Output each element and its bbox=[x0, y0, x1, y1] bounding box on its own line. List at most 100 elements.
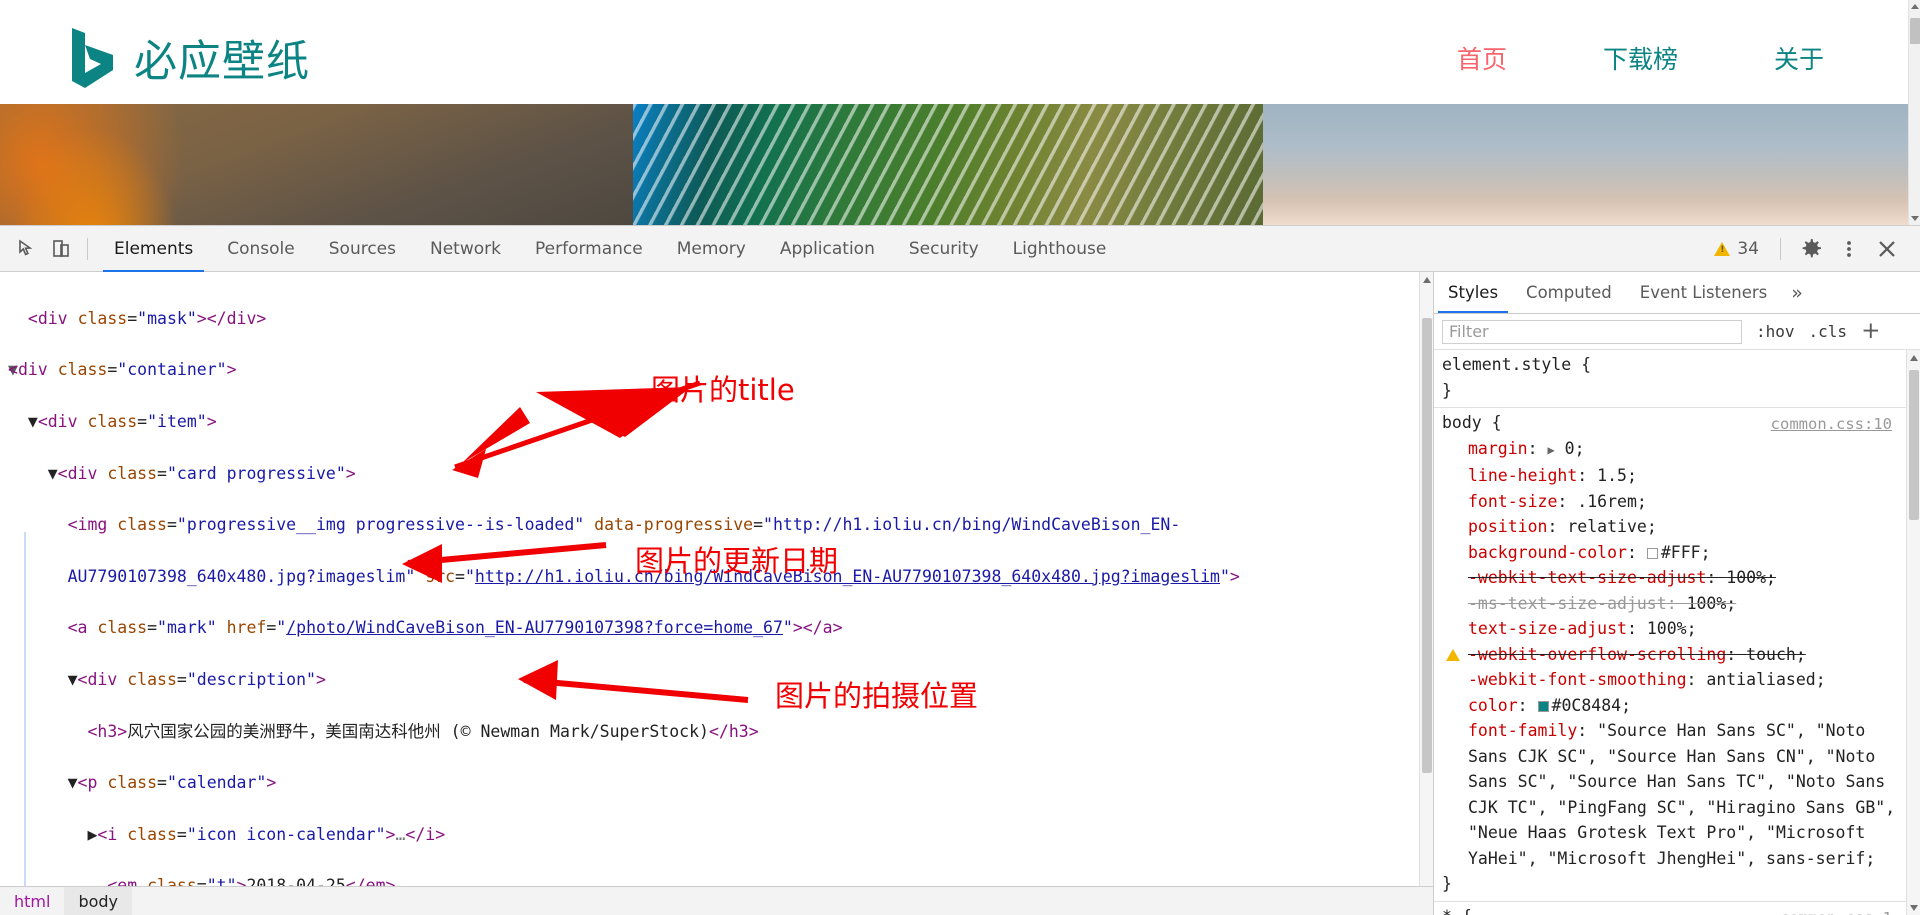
dom-line-img[interactable]: <img class="progressive__img progressive… bbox=[8, 512, 1433, 538]
hov-toggle-button[interactable]: :hov bbox=[1756, 322, 1795, 341]
tab-computed[interactable]: Computed bbox=[1512, 272, 1626, 313]
styles-scrollbar[interactable] bbox=[1906, 350, 1920, 915]
brand[interactable]: 必应壁纸 bbox=[68, 26, 310, 90]
css-source-link[interactable]: common.css:10 bbox=[1771, 412, 1892, 438]
tab-sources[interactable]: Sources bbox=[312, 226, 413, 272]
css-prop-value: relative; bbox=[1567, 517, 1657, 536]
css-selector: element.style { bbox=[1442, 355, 1592, 374]
breadcrumb: html body bbox=[0, 886, 1433, 915]
warning-triangle-icon bbox=[1446, 648, 1460, 661]
inspect-element-icon[interactable] bbox=[10, 232, 44, 266]
nav-item-home[interactable]: 首页 bbox=[1457, 40, 1507, 76]
nav-item-downloads[interactable]: 下载榜 bbox=[1603, 40, 1678, 76]
css-prop-name: -ms-text-size-adjust bbox=[1468, 593, 1667, 613]
css-prop-ms-text-size-adjust[interactable]: -ms-text-size-adjust: 100%; bbox=[1442, 591, 1906, 617]
gear-icon[interactable] bbox=[1794, 232, 1828, 266]
css-prop-position[interactable]: position: relative; bbox=[1442, 514, 1906, 540]
css-prop-webkit-overflow-scrolling[interactable]: -webkit-overflow-scrolling: touch; bbox=[1442, 642, 1906, 668]
scroll-down-arrow-icon[interactable] bbox=[1910, 905, 1918, 911]
color-swatch[interactable] bbox=[1646, 547, 1658, 559]
css-prop-name: position bbox=[1468, 517, 1548, 536]
css-prop-webkit-text-size-adjust[interactable]: -webkit-text-size-adjust: 100%; bbox=[1442, 565, 1906, 591]
nav-item-about[interactable]: 关于 bbox=[1774, 40, 1824, 76]
styles-filter-bar: :hov .cls + bbox=[1434, 314, 1920, 350]
dom-line[interactable]: ▼<p class="calendar"> bbox=[8, 770, 1433, 796]
dom-line[interactable]: ▼<div class="card progressive"> bbox=[8, 461, 1433, 487]
scroll-up-arrow-icon[interactable] bbox=[1911, 4, 1919, 9]
css-prop-font-size[interactable]: font-size: .16rem; bbox=[1442, 489, 1906, 515]
css-prop-name: -webkit-overflow-scrolling bbox=[1468, 644, 1727, 664]
tab-console[interactable]: Console bbox=[210, 226, 312, 272]
css-prop-value: 0; bbox=[1564, 438, 1585, 458]
toolbar-divider bbox=[87, 237, 88, 260]
css-rule-close: } bbox=[1442, 874, 1452, 893]
wallpaper-card-3[interactable] bbox=[1263, 104, 1908, 225]
dom-line[interactable]: ▼<div class="item"> bbox=[8, 409, 1433, 435]
css-rule-universal[interactable]: * { common.css:1 margin: ▶ 0; bbox=[1434, 902, 1906, 915]
css-prop-name: background-color bbox=[1468, 542, 1627, 562]
css-rule-body[interactable]: body { common.css:10 margin: ▶ 0; line-h… bbox=[1434, 408, 1906, 902]
scrollbar-thumb[interactable] bbox=[1910, 18, 1920, 44]
css-prop-name: font-size bbox=[1468, 491, 1558, 511]
page-scrollbar[interactable] bbox=[1908, 0, 1920, 225]
css-prop-name: margin bbox=[1468, 438, 1528, 458]
tab-lighthouse[interactable]: Lighthouse bbox=[996, 226, 1124, 272]
color-swatch[interactable] bbox=[1537, 700, 1549, 712]
breadcrumb-item-body[interactable]: body bbox=[64, 887, 133, 915]
annotation-date: 图片的更新日期 bbox=[635, 544, 839, 578]
device-toolbar-icon[interactable] bbox=[44, 232, 78, 266]
dom-tree-scrollbar[interactable] bbox=[1419, 272, 1433, 915]
css-prop-value: #FFF; bbox=[1660, 542, 1711, 562]
dom-line[interactable]: <div class="mask"></div> bbox=[8, 306, 1433, 332]
tab-memory[interactable]: Memory bbox=[660, 226, 763, 272]
tab-styles[interactable]: Styles bbox=[1434, 272, 1512, 313]
dom-line-anchor[interactable]: <a class="mark" href="/photo/WindCaveBis… bbox=[8, 615, 1433, 641]
tab-event-listeners[interactable]: Event Listeners bbox=[1626, 272, 1782, 313]
css-prop-margin[interactable]: margin: ▶ 0; bbox=[1442, 436, 1906, 464]
scroll-up-arrow-icon[interactable] bbox=[1910, 355, 1918, 361]
css-prop-name: color bbox=[1468, 695, 1518, 715]
devtools-toolbar: Elements Console Sources Network Perform… bbox=[0, 226, 1920, 272]
css-prop-color[interactable]: color: #0C8484; bbox=[1442, 693, 1906, 719]
styles-filter-input[interactable] bbox=[1442, 319, 1742, 344]
close-icon[interactable] bbox=[1870, 232, 1904, 266]
css-prop-background-color[interactable]: background-color: #FFF; bbox=[1442, 540, 1906, 566]
tab-application[interactable]: Application bbox=[763, 226, 892, 272]
annotation-title: 图片的title bbox=[651, 373, 795, 407]
annotation-location: 图片的拍摄位置 bbox=[775, 679, 979, 713]
css-prop-value: 100%; bbox=[1646, 619, 1697, 638]
chevron-double-right-icon[interactable]: » bbox=[1781, 272, 1813, 313]
tab-security[interactable]: Security bbox=[892, 226, 996, 272]
css-rule-element-style[interactable]: element.style { } bbox=[1434, 350, 1906, 408]
css-prop-webkit-font-smoothing[interactable]: -webkit-font-smoothing: antialiased; bbox=[1442, 667, 1906, 693]
scroll-down-arrow-icon[interactable] bbox=[1911, 216, 1919, 221]
dom-line-h3[interactable]: <h3>风穴国家公园的美洲野牛，美国南达科他州 (© Newman Mark/S… bbox=[8, 719, 1433, 745]
tab-elements[interactable]: Elements bbox=[97, 226, 210, 272]
css-prop-value: touch; bbox=[1746, 644, 1806, 664]
warning-count-label: 34 bbox=[1737, 238, 1759, 259]
css-source-link[interactable]: common.css:1 bbox=[1780, 906, 1892, 915]
breadcrumb-item-html[interactable]: html bbox=[0, 887, 64, 915]
wallpaper-card-1[interactable] bbox=[0, 104, 633, 225]
dom-line[interactable]: ▶<i class="icon icon-calendar">…</i> bbox=[8, 822, 1433, 848]
tab-network[interactable]: Network bbox=[413, 226, 518, 272]
expand-triangle-icon[interactable]: ▶ bbox=[1547, 438, 1554, 464]
warning-count-badge[interactable]: 34 bbox=[1706, 239, 1767, 259]
scroll-up-arrow-icon[interactable] bbox=[1423, 277, 1431, 283]
scrollbar-thumb[interactable] bbox=[1422, 318, 1432, 773]
image-title-text: 风穴国家公园的美洲野牛，美国南达科他州 (© Newman Mark/Super… bbox=[127, 721, 709, 741]
css-prop-line-height[interactable]: line-height: 1.5; bbox=[1442, 463, 1906, 489]
css-prop-value: 100%; bbox=[1686, 593, 1737, 613]
wallpaper-card-2[interactable] bbox=[633, 104, 1263, 225]
cls-toggle-button[interactable]: .cls bbox=[1809, 322, 1848, 341]
css-prop-font-family[interactable]: font-family: "Source Han Sans SC", "Noto… bbox=[1442, 718, 1906, 871]
css-prop-text-size-adjust[interactable]: text-size-adjust: 100%; bbox=[1442, 616, 1906, 642]
bing-logo-icon bbox=[68, 26, 120, 90]
devtools-panel: Elements Console Sources Network Perform… bbox=[0, 225, 1920, 915]
kebab-menu-icon[interactable] bbox=[1832, 232, 1866, 266]
new-style-rule-button[interactable]: + bbox=[1861, 320, 1880, 343]
warning-triangle-icon bbox=[1714, 241, 1731, 256]
dom-line-description[interactable]: ▼<div class="description"> bbox=[8, 667, 1433, 693]
scrollbar-thumb[interactable] bbox=[1909, 370, 1919, 520]
tab-performance[interactable]: Performance bbox=[518, 226, 660, 272]
